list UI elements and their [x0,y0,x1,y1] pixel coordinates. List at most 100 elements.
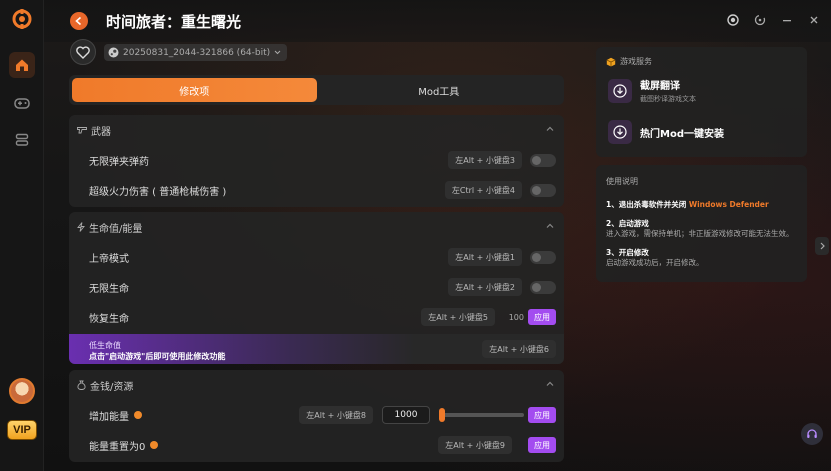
record-button[interactable] [726,13,740,27]
value-slider[interactable] [439,408,524,422]
chevron-down-icon [274,50,281,55]
cheat-row: 恢复生命 左Alt + 小键盘5 100 应用 [69,302,564,332]
game-services-panel: 游戏服务 截屏翻译 截图秒译游戏文本 热门Mod一键安装 [596,47,807,157]
support-button[interactable] [801,423,823,445]
cheat-label: 无限弹夹弹药 [89,156,149,168]
hotkey-badge[interactable]: 左Alt + 小键盘9 [438,436,512,454]
sidebar: VIP [0,0,44,471]
home-icon [16,59,28,71]
cheat-row: 增加能量 左Alt + 小键盘8 1000 应用 [69,400,564,430]
usage-step-3-body: 启动游戏成功后，开启修改。 [606,258,704,267]
sidebar-item-storage[interactable] [9,127,35,153]
apply-button[interactable]: 应用 [528,437,556,453]
start-game-notice: 点击"启动游戏"后即可使用此修改功能 [89,352,226,361]
steam-icon [108,47,119,58]
cheat-row: 无限弹夹弹药 左Alt + 小键盘3 [69,145,564,175]
usage-title: 使用说明 [606,177,638,186]
record-icon [727,14,739,26]
tab-bar: 修改项 Mod工具 [69,75,564,105]
header: 时间旅者：重生曙光 [44,0,831,42]
chevron-up-icon[interactable] [546,125,554,133]
sidebar-item-games[interactable] [9,90,35,116]
info-icon[interactable] [134,411,142,419]
section-header-money[interactable]: 金钱/资源 [69,370,564,400]
service-title: 热门Mod一键安装 [640,128,724,140]
heart-icon [76,45,90,59]
section-header-health[interactable]: 生命值/能量 [69,212,564,242]
window-controls [726,13,821,27]
cheat-label: 低生命值 [89,341,121,350]
hotkey-badge[interactable]: 左Alt + 小键盘6 [482,340,556,358]
chevron-up-icon[interactable] [546,222,554,230]
version-selector[interactable]: 20250831_2044-321866 (64-bit) [104,44,288,61]
close-button[interactable] [807,13,821,27]
favorite-button[interactable] [70,39,96,65]
usage-step-2-body: 进入游戏，需保持单机；非正版游戏修改可能无法生效。 [606,229,794,238]
cheat-label: 恢复生命 [89,313,129,325]
low-health-row: 低生命值 点击"启动游戏"后即可使用此修改功能 左Alt + 小键盘6 [69,334,564,364]
cheat-label: 增加能量 [89,411,129,423]
cheat-toggle[interactable] [530,153,556,167]
cheat-label: 上帝模式 [89,253,129,265]
download-icon [608,78,632,103]
vip-badge[interactable]: VIP [7,420,37,440]
usage-step-1: 1、退出杀毒软件并关闭 Windows Defender [606,199,797,210]
panel-title: 游戏服务 [606,56,652,67]
tab-mod-tools[interactable]: Mod工具 [317,78,562,102]
service-screenshot-translate[interactable]: 截屏翻译 截图秒译游戏文本 [608,77,696,104]
tab-modifiers[interactable]: 修改项 [72,78,317,102]
minimize-button[interactable] [780,13,794,27]
step-head: 1、退出杀毒软件并关闭 [606,200,689,209]
sidebar-item-home[interactable] [9,52,35,78]
info-icon[interactable] [150,441,159,449]
chevron-right-icon [820,242,825,250]
hotkey-badge[interactable]: 左Alt + 小键盘5 [421,308,495,326]
gun-icon [77,127,87,134]
service-subtitle: 截图秒译游戏文本 [640,95,696,103]
service-mod-install[interactable]: 热门Mod一键安装 [608,120,724,144]
close-icon [810,16,818,24]
section-weapons: 武器 无限弹夹弹药 左Alt + 小键盘3 超级火力伤害 ( 普通枪械伤害 ) … [69,115,564,207]
panel-title-text: 游戏服务 [620,57,652,66]
value-input[interactable]: 1000 [382,406,430,424]
cheat-row: 能量重置为0 左Alt + 小键盘9 应用 [69,430,564,460]
chevron-up-icon[interactable] [546,380,554,388]
usage-panel: 使用说明 1、退出杀毒软件并关闭 Windows Defender 2、启动游戏… [596,165,807,282]
cheat-label: 超级火力伤害 ( 普通枪械伤害 ) [89,186,227,198]
back-button[interactable] [70,12,88,30]
usage-step-3: 3、开启修改 [606,248,649,257]
section-title: 金钱/资源 [90,381,134,393]
section-title: 武器 [91,126,111,138]
service-title: 截屏翻译 [640,81,680,92]
apply-button[interactable]: 应用 [528,309,556,325]
cheat-row: 上帝模式 左Alt + 小键盘1 [69,242,564,272]
cheat-value[interactable]: 100 [509,313,524,322]
cheat-toggle[interactable] [530,280,556,294]
download-icon [608,120,632,144]
expand-panel-button[interactable] [815,237,829,255]
apply-button[interactable]: 应用 [528,407,556,423]
cheat-row: 超级火力伤害 ( 普通枪械伤害 ) 左Ctrl + 小键盘4 [69,175,564,205]
hotkey-badge[interactable]: 左Ctrl + 小键盘4 [444,181,522,199]
hotkey-badge[interactable]: 左Alt + 小键盘1 [448,248,522,266]
cheat-row: 无限生命 左Alt + 小键盘2 [69,272,564,302]
page-title: 时间旅者：重生曙光 [106,13,242,31]
user-avatar[interactable] [9,378,35,404]
box-icon [606,57,616,66]
cheat-toggle[interactable] [530,183,556,197]
section-header-weapons[interactable]: 武器 [69,115,564,145]
slider-thumb[interactable] [439,408,445,422]
hotkey-badge[interactable]: 左Alt + 小键盘8 [299,406,373,424]
cheat-label: 无限生命 [89,283,129,295]
usage-step-2: 2、启动游戏 [606,219,649,228]
section-title: 生命值/能量 [89,223,143,235]
cheat-toggle[interactable] [530,250,556,264]
settings-button[interactable] [753,13,767,27]
headset-icon [807,429,817,438]
hotkey-badge[interactable]: 左Alt + 小键盘3 [448,151,522,169]
refresh-icon [754,14,766,26]
step-highlight: Windows Defender [688,200,769,209]
section-money: 金钱/资源 增加能量 左Alt + 小键盘8 1000 应用 能量重置为0 左A… [69,370,564,462]
lightning-icon [77,222,85,232]
hotkey-badge[interactable]: 左Alt + 小键盘2 [448,278,522,296]
